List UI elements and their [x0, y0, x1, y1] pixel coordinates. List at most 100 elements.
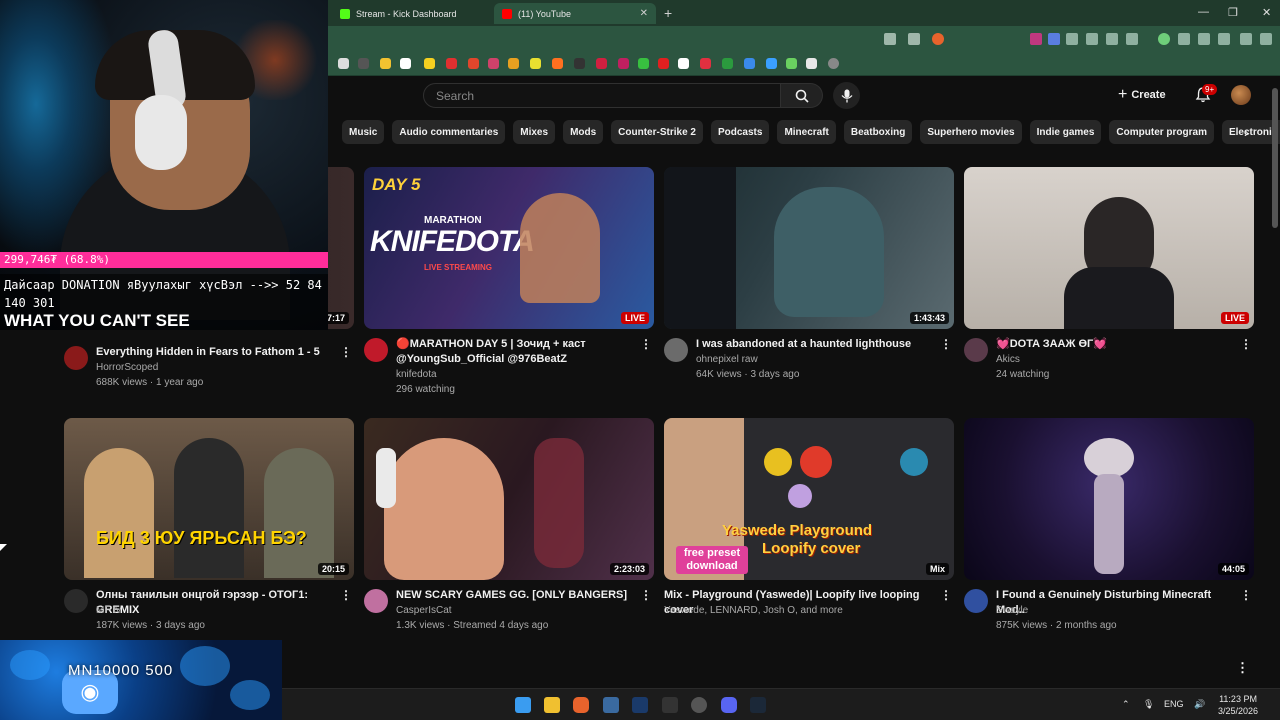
photoshop-icon[interactable]: [632, 697, 648, 713]
channel-name[interactable]: ohnepixel raw: [696, 354, 758, 365]
app-icon[interactable]: [603, 697, 619, 713]
search-input[interactable]: Search: [423, 83, 781, 108]
brave-browser-icon[interactable]: [573, 697, 589, 713]
channel-avatar[interactable]: [964, 338, 988, 362]
discord-icon[interactable]: [721, 697, 737, 713]
channel-avatar[interactable]: [364, 589, 388, 613]
channel-name[interactable]: Yaswede, LENNARD, Josh O, and more: [664, 605, 843, 616]
extension-icon[interactable]: [1126, 33, 1138, 45]
tab-kick-dashboard[interactable]: Stream - Kick Dashboard: [332, 3, 492, 24]
bookmark-icon[interactable]: [638, 58, 649, 69]
bookmark-icon[interactable]: [596, 58, 607, 69]
more-options-icon[interactable]: ⋮: [340, 345, 352, 359]
channel-avatar[interactable]: [64, 346, 88, 370]
chip-music[interactable]: Music: [342, 120, 385, 144]
video-card[interactable]: 44:05 I Found a Genuinely Disturbing Min…: [964, 418, 1254, 648]
chevron-up-icon[interactable]: ⌃: [1122, 699, 1130, 710]
chip-mixes[interactable]: Mixes: [513, 120, 556, 144]
video-thumbnail[interactable]: 2:23:03: [364, 418, 654, 580]
steam-icon[interactable]: [750, 697, 766, 713]
video-card[interactable]: Yaswede Playground Loopify cover free pr…: [664, 418, 954, 648]
bookmark-icon[interactable]: [700, 58, 711, 69]
more-options-icon[interactable]: ⋮: [340, 588, 352, 602]
microphone-icon[interactable]: 🎙: [1143, 699, 1154, 710]
shield-icon[interactable]: [1240, 33, 1252, 45]
bookmark-icon[interactable]: [400, 58, 411, 69]
menu-icon[interactable]: [1260, 33, 1272, 45]
more-options-icon[interactable]: ⋮: [640, 337, 652, 351]
video-title[interactable]: I Found a Genuinely Disturbing Minecraft…: [996, 588, 1234, 618]
chip-mods[interactable]: Mods: [563, 120, 604, 144]
channel-avatar[interactable]: [64, 589, 88, 613]
video-card[interactable]: 1:43:43 I was abandoned at a haunted lig…: [664, 167, 954, 397]
download-icon[interactable]: [1158, 33, 1170, 45]
chip-podcasts[interactable]: Podcasts: [710, 120, 770, 144]
video-thumbnail[interactable]: LIVE: [964, 167, 1254, 329]
create-button[interactable]: + Create: [1118, 86, 1166, 104]
bookmark-icon[interactable]: [424, 58, 435, 69]
language-indicator[interactable]: ENG: [1164, 699, 1184, 709]
new-tab-button[interactable]: +: [664, 5, 672, 21]
video-title[interactable]: I was abandoned at a haunted lighthouse: [696, 337, 934, 352]
video-card[interactable]: БИД 3 ЮУ ЯРЬСАН БЭ? 20:15 Олны танилын о…: [64, 418, 354, 648]
video-title[interactable]: Олны танилын онцгой гэрээр - ОТОГ1: GREM…: [96, 588, 334, 618]
page-scrollbar[interactable]: [1272, 88, 1278, 228]
bookmark-icon[interactable]: [744, 58, 755, 69]
video-title[interactable]: Everything Hidden in Fears to Fathom 1 -…: [96, 345, 334, 360]
channel-avatar[interactable]: [664, 338, 688, 362]
extension-icon[interactable]: [1030, 33, 1042, 45]
video-thumbnail[interactable]: 44:05: [964, 418, 1254, 580]
vpn-icon[interactable]: [1218, 33, 1230, 45]
bookmark-icon[interactable]: [508, 58, 519, 69]
brave-shield-icon[interactable]: [932, 33, 944, 45]
bookmark-icon[interactable]: [446, 58, 457, 69]
channel-name[interactable]: HorrorScoped: [96, 362, 158, 373]
sidebar-icon[interactable]: [1178, 33, 1190, 45]
chevron-right-icon[interactable]: ›: [1244, 124, 1249, 140]
bookmark-icon[interactable]: [678, 58, 689, 69]
share-icon[interactable]: [908, 33, 920, 45]
chip-minecraft[interactable]: Minecraft: [777, 120, 836, 144]
channel-name[interactable]: CasperIsCat: [396, 605, 452, 616]
channel-name[interactable]: Swayle: [996, 605, 1028, 616]
obs-icon[interactable]: [691, 697, 707, 713]
close-tab-icon[interactable]: ✕: [640, 8, 648, 19]
bookmark-icon[interactable]: [574, 58, 585, 69]
clock[interactable]: 11:23 PM 3/25/2026: [1218, 693, 1258, 717]
chip-counter-strike-2[interactable]: Counter-Strike 2: [611, 120, 703, 144]
voice-search-button[interactable]: [833, 82, 860, 109]
video-thumbnail[interactable]: 1:43:43: [664, 167, 954, 329]
search-button[interactable]: [781, 83, 823, 108]
bookmark-icon[interactable]: [358, 58, 369, 69]
video-thumbnail[interactable]: БИД 3 ЮУ ЯРЬСАН БЭ? 20:15: [64, 418, 354, 580]
more-options-icon[interactable]: ⋮: [640, 588, 652, 602]
bookmark-icon[interactable]: [658, 58, 669, 69]
minimize-button[interactable]: —: [1198, 6, 1209, 18]
channel-name[interactable]: Akics: [996, 354, 1020, 365]
bookmark-icon[interactable]: [828, 58, 839, 69]
extension-icon[interactable]: [1048, 33, 1060, 45]
bookmark-icon[interactable]: [380, 58, 391, 69]
video-thumbnail[interactable]: DAY 5 MARATHON KNIFEDOTA LIVE STREAMING …: [364, 167, 654, 329]
video-title[interactable]: NEW SCARY GAMES GG. [ONLY BANGERS]: [396, 588, 634, 603]
channel-avatar[interactable]: [364, 338, 388, 362]
chip-superhero-movies[interactable]: Superhero movies: [920, 120, 1022, 144]
bookmark-icon[interactable]: [618, 58, 629, 69]
extension-icon[interactable]: [1106, 33, 1118, 45]
close-window-button[interactable]: ✕: [1262, 6, 1271, 19]
video-card[interactable]: 2:23:03 NEW SCARY GAMES GG. [ONLY BANGER…: [364, 418, 654, 648]
cast-icon[interactable]: [884, 33, 896, 45]
chip-indie-games[interactable]: Indie games: [1029, 120, 1102, 144]
bookmark-icon[interactable]: [468, 58, 479, 69]
video-thumbnail[interactable]: Yaswede Playground Loopify cover free pr…: [664, 418, 954, 580]
video-title[interactable]: 💓DOTA ЗААЖ ӨГ💓: [996, 337, 1234, 352]
wallet-icon[interactable]: [1198, 33, 1210, 45]
account-avatar[interactable]: [1231, 85, 1251, 105]
bookmark-icon[interactable]: [530, 58, 541, 69]
puzzle-icon[interactable]: [1086, 33, 1098, 45]
more-options-icon[interactable]: ⋮: [940, 588, 952, 602]
channel-name[interactable]: MF tv: [96, 605, 121, 616]
more-options-icon[interactable]: ⋮: [1240, 588, 1252, 602]
file-explorer-icon[interactable]: [544, 697, 560, 713]
bookmark-icon[interactable]: [722, 58, 733, 69]
